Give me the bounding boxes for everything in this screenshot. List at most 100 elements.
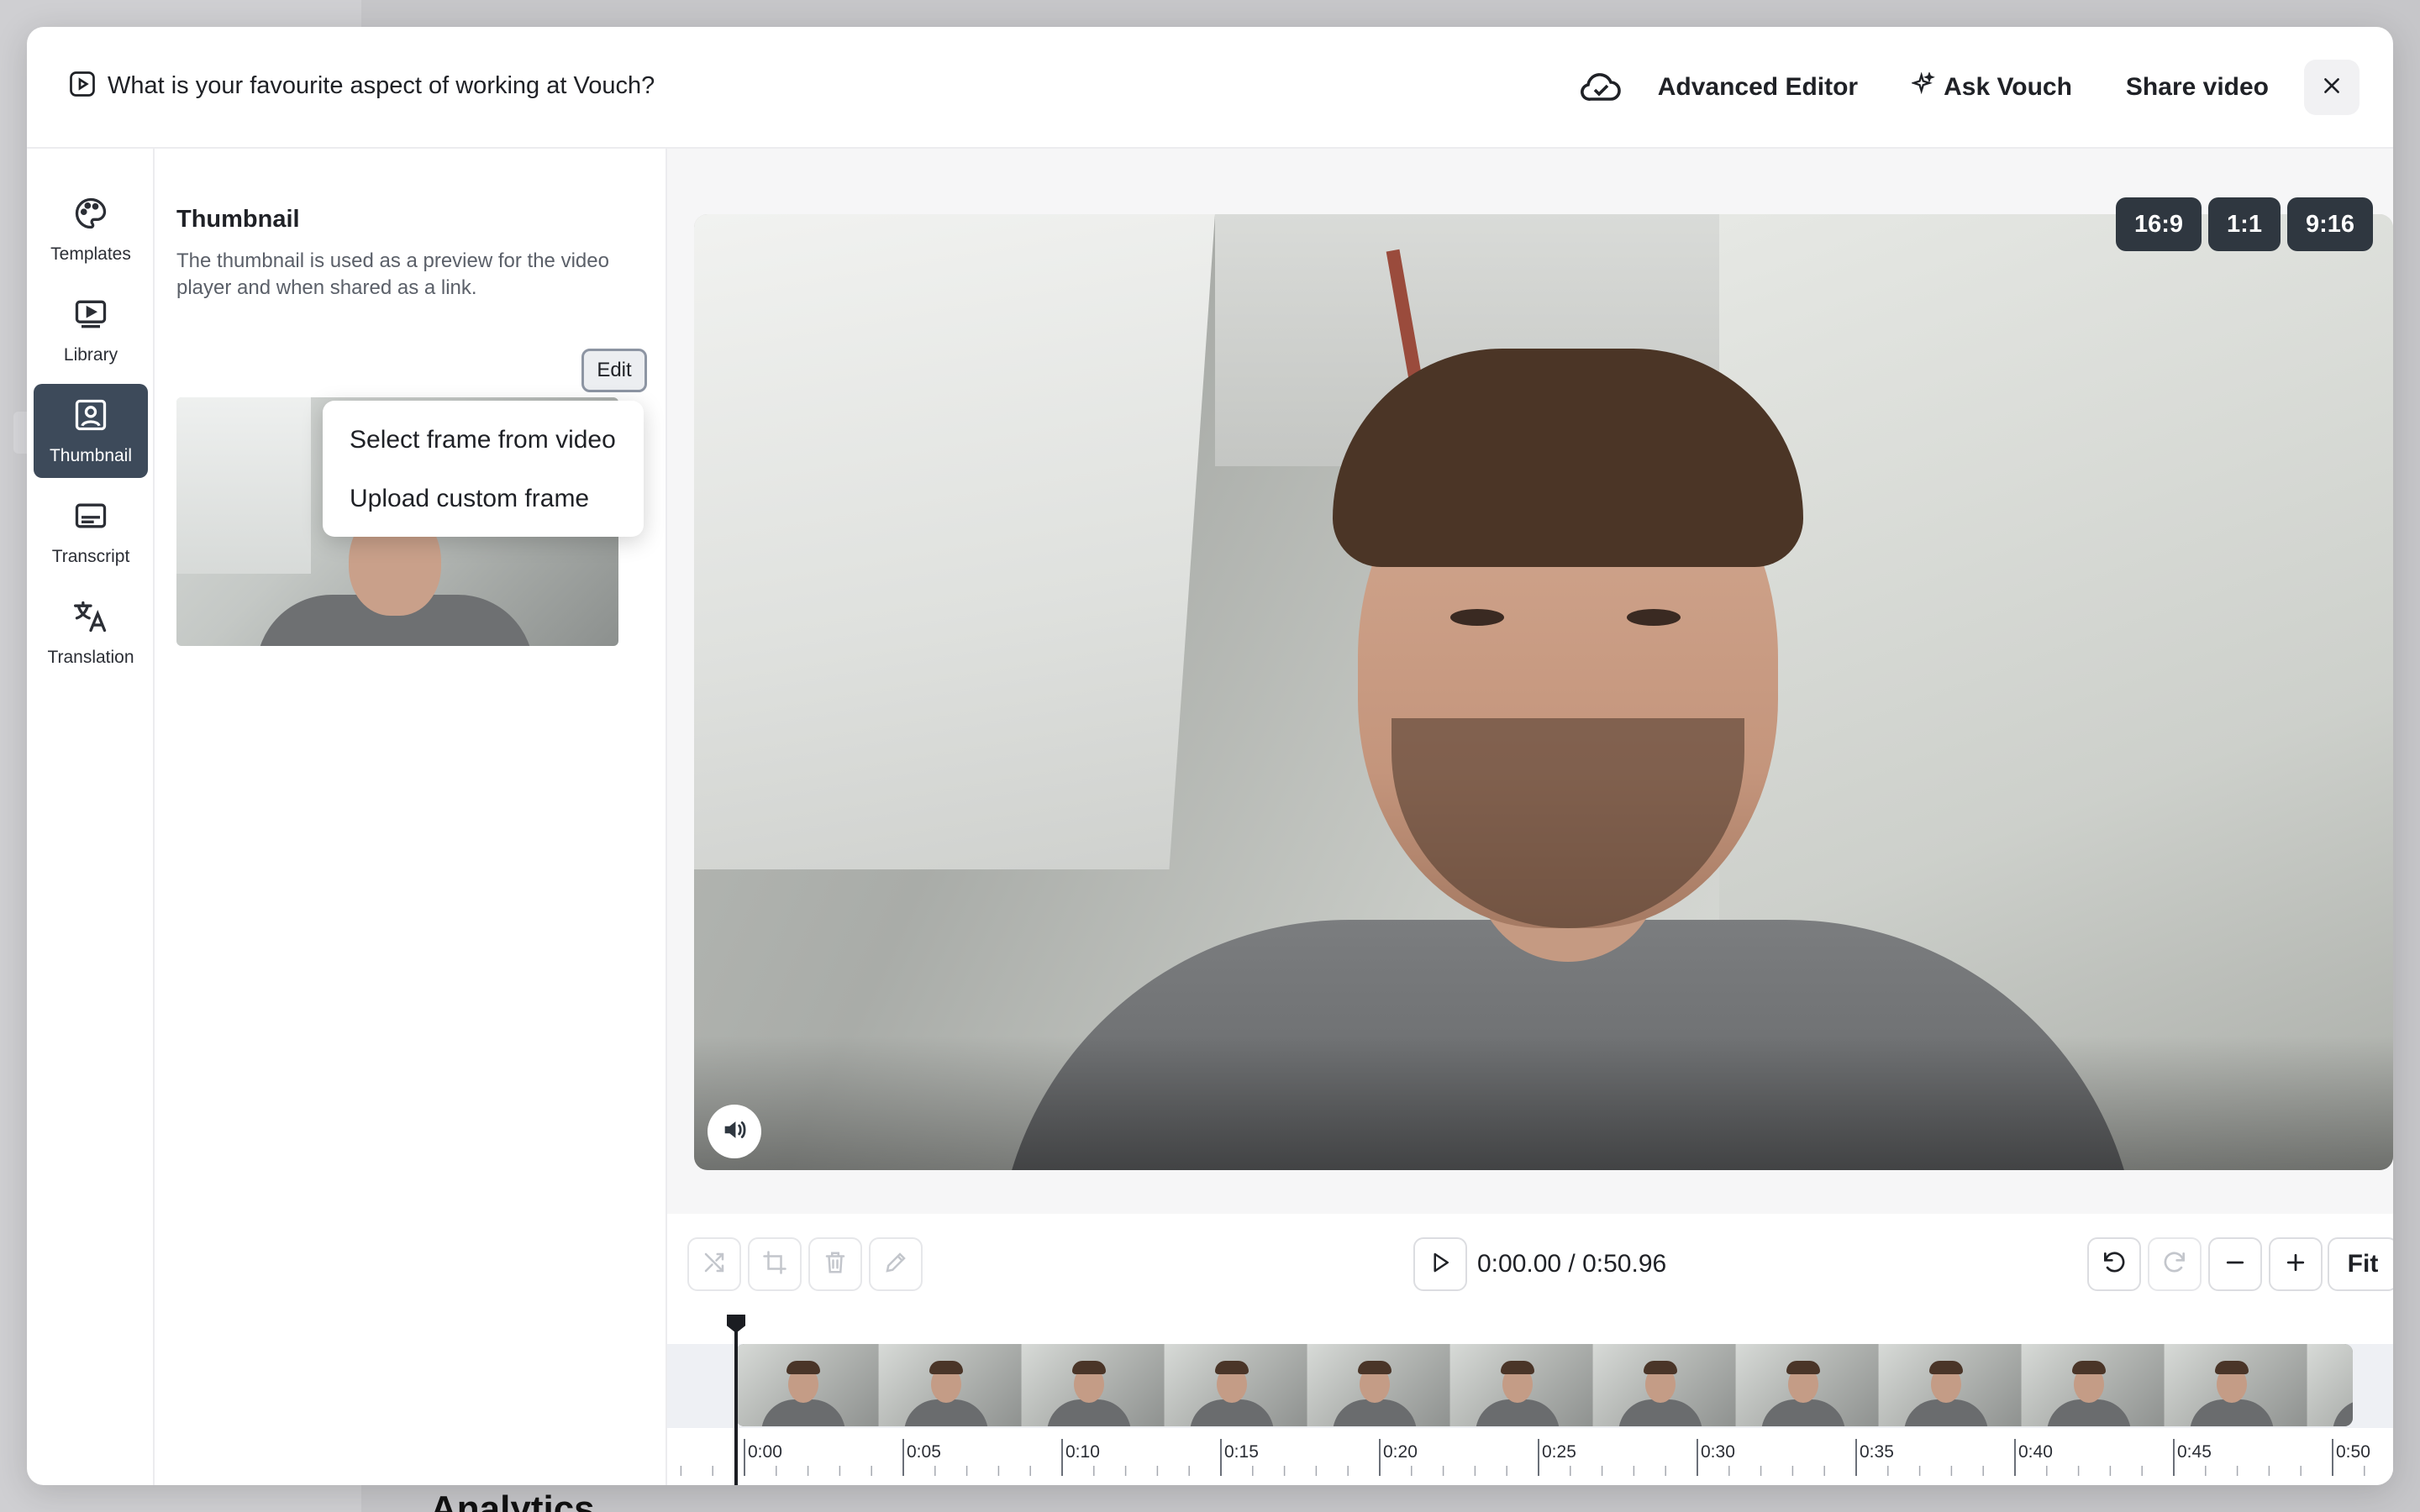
- aspect-ratio-9-16[interactable]: 9:16: [2286, 197, 2373, 251]
- tick-label: 0:30: [1701, 1442, 1735, 1462]
- edit-thumbnail-button[interactable]: Edit: [581, 349, 647, 392]
- aspect-ratio-1-1[interactable]: 1:1: [2208, 197, 2281, 251]
- filmstrip-frame: [1307, 1344, 1450, 1426]
- filmstrip-frame: [1879, 1344, 2022, 1426]
- tick-label: 0:45: [2177, 1442, 2212, 1462]
- tick-label: 0:10: [1065, 1442, 1100, 1462]
- redo-button[interactable]: [2148, 1237, 2202, 1291]
- rail-item-transcript[interactable]: Transcript: [34, 485, 148, 579]
- video-person-beard: [1392, 718, 1744, 928]
- header-actions: Advanced Editor Ask Vouch Share video: [1579, 60, 2360, 115]
- thumbnail-whiteboard: [176, 397, 311, 574]
- rail-label: Thumbnail: [49, 445, 133, 465]
- volume-icon: [720, 1116, 749, 1148]
- subtitles-icon: [72, 497, 109, 538]
- panel-description: The thumbnail is used as a preview for t…: [176, 249, 609, 299]
- video-person-eye-left: [1450, 609, 1504, 626]
- tick-label: 0:05: [907, 1442, 941, 1462]
- video-filmstrip[interactable]: [736, 1344, 2353, 1426]
- filmstrip-frame: [2165, 1344, 2307, 1426]
- translate-icon: [71, 598, 111, 639]
- advanced-editor-label: Advanced Editor: [1657, 73, 1859, 101]
- modal-header: What is your favourite aspect of working…: [27, 27, 2393, 149]
- filmstrip-frame: [1736, 1344, 1879, 1426]
- delete-button[interactable]: [808, 1237, 862, 1291]
- aspect-ratio-group: 16:9 1:1 9:16: [2115, 197, 2373, 251]
- rail-item-thumbnail[interactable]: Thumbnail: [34, 384, 148, 478]
- filmstrip-frame: [2307, 1344, 2353, 1426]
- palette-icon: [72, 195, 109, 236]
- filmstrip-frame: [1593, 1344, 1736, 1426]
- tick-label: 0:35: [1860, 1442, 1894, 1462]
- video-title: What is your favourite aspect of working…: [108, 72, 655, 99]
- video-editor-modal: What is your favourite aspect of working…: [27, 27, 2393, 1485]
- video-preview[interactable]: [694, 214, 2393, 1170]
- filmstrip-frame: [2022, 1344, 2165, 1426]
- minus-icon: [2223, 1250, 2248, 1279]
- cloud-saved-icon: [1579, 69, 1623, 107]
- crop-button[interactable]: [748, 1237, 802, 1291]
- playhead-handle[interactable]: [727, 1315, 745, 1333]
- pencil-icon: [883, 1250, 908, 1279]
- tick-label: 0:20: [1383, 1442, 1418, 1462]
- upload-frame-menu-item[interactable]: Upload custom frame: [323, 470, 644, 528]
- filmstrip-frame: [1450, 1344, 1593, 1426]
- video-shade: [694, 1036, 2393, 1170]
- tick-label: 0:50: [2336, 1442, 2370, 1462]
- ask-vouch-button[interactable]: Ask Vouch: [1885, 60, 2099, 114]
- video-file-icon: [67, 69, 97, 103]
- portrait-icon: [72, 396, 109, 438]
- split-button[interactable]: [687, 1237, 741, 1291]
- rail-label: Transcript: [51, 546, 130, 566]
- edit-clip-button[interactable]: [869, 1237, 923, 1291]
- redo-icon: [2161, 1249, 2188, 1280]
- editor-toolbar: 0:00.00 / 0:50.96 Fit: [667, 1214, 2393, 1315]
- playhead[interactable]: [734, 1315, 738, 1485]
- filmstrip-frame: [1022, 1344, 1165, 1426]
- plus-icon: [2283, 1250, 2308, 1279]
- video-person-hair: [1333, 349, 1803, 567]
- video-stage: 16:9 1:1 9:16: [667, 149, 2393, 1214]
- trash-icon: [823, 1250, 848, 1279]
- select-frame-menu-item[interactable]: Select frame from video: [323, 411, 644, 470]
- play-icon: [1428, 1250, 1453, 1279]
- rail-item-library[interactable]: Library: [34, 283, 148, 377]
- rail-label: Library: [63, 344, 118, 365]
- filmstrip-frame: [879, 1344, 1022, 1426]
- tick-label: 0:40: [2018, 1442, 2053, 1462]
- shuffle-split-icon: [702, 1250, 727, 1279]
- undo-icon: [2101, 1249, 2128, 1280]
- sparkle-icon: [1910, 71, 1936, 102]
- thumbnail-edit-menu: Select frame from video Upload custom fr…: [323, 401, 644, 537]
- tick-label: 0:00: [748, 1442, 782, 1462]
- timeline[interactable]: 0:00 0:05 0:10 0:15 0:20 0:25 0:30 0:35 …: [667, 1315, 2393, 1485]
- filmstrip-frame: [1165, 1344, 1307, 1426]
- tool-rail: Templates Library Thumbnail Transcript T…: [27, 149, 155, 1485]
- filmstrip-frame: [736, 1344, 879, 1426]
- close-button[interactable]: [2304, 60, 2360, 115]
- rail-label: Templates: [50, 244, 131, 264]
- background-heading: Analytics: [430, 1488, 595, 1512]
- advanced-editor-button[interactable]: Advanced Editor: [1631, 60, 1885, 114]
- video-library-icon: [72, 296, 109, 337]
- mute-button[interactable]: [708, 1105, 761, 1158]
- play-button[interactable]: [1413, 1237, 1467, 1291]
- share-video-label: Share video: [2125, 73, 2269, 101]
- fit-button[interactable]: Fit: [2328, 1237, 2393, 1291]
- rail-item-templates[interactable]: Templates: [34, 182, 148, 276]
- rail-item-translation[interactable]: Translation: [34, 585, 148, 680]
- rail-label: Translation: [47, 647, 134, 667]
- zoom-out-button[interactable]: [2208, 1237, 2262, 1291]
- ask-vouch-label: Ask Vouch: [1944, 73, 2072, 101]
- close-icon: [2321, 75, 2343, 101]
- panel-title: Thumbnail: [176, 206, 300, 233]
- timecode: 0:00.00 / 0:50.96: [1477, 1250, 1667, 1278]
- share-video-button[interactable]: Share video: [2099, 60, 2296, 114]
- zoom-in-button[interactable]: [2269, 1237, 2323, 1291]
- video-whiteboard: [694, 214, 1215, 869]
- tick-label: 0:25: [1542, 1442, 1576, 1462]
- aspect-ratio-16-9[interactable]: 16:9: [2115, 197, 2202, 251]
- thumbnail-panel: Thumbnail The thumbnail is used as a pre…: [155, 149, 667, 1485]
- tick-label: 0:15: [1224, 1442, 1259, 1462]
- undo-button[interactable]: [2087, 1237, 2141, 1291]
